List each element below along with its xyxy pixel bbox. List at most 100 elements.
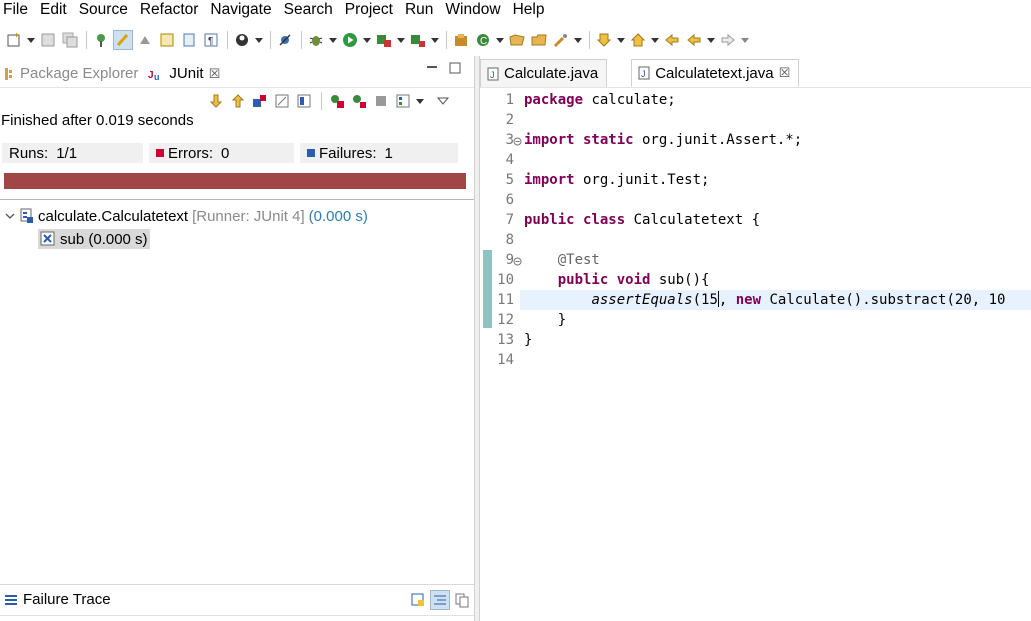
failure-trace-bar: Failure Trace [0,584,474,614]
code-text: (15 [692,292,718,308]
forward-icon[interactable] [718,30,738,50]
menu-file[interactable]: File [3,0,28,20]
open-type-icon[interactable] [507,30,527,50]
debug-config-icon[interactable] [91,30,111,50]
code-keyword: import [524,172,575,188]
menu-run[interactable]: Run [405,0,433,20]
history-dropdown-icon[interactable] [415,91,424,111]
collapse-chevron-icon[interactable] [5,211,15,221]
profile-icon[interactable] [232,30,252,50]
junit-sash[interactable] [0,199,474,200]
fold-icon[interactable] [513,253,522,270]
toolbar-separator [589,31,590,49]
stop-run-icon[interactable] [371,91,391,111]
code-keyword: new [735,292,762,308]
menu-edit[interactable]: Edit [40,0,67,20]
tab-junit[interactable]: Ju JUnit ☒ [144,60,224,88]
code-keyword: import static [524,132,634,148]
run-icon[interactable] [340,30,360,50]
close-junit-tab-icon[interactable]: ☒ [209,66,221,82]
filter-stack-trace-icon[interactable] [430,589,450,610]
new-icon[interactable] [4,30,24,50]
menu-help[interactable]: Help [513,0,545,20]
debug-dropdown-icon[interactable] [328,30,337,50]
maximize-view-icon[interactable] [449,62,461,77]
save-icon[interactable] [38,30,58,50]
svg-text:J: J [641,69,646,79]
svg-text:J: J [148,70,154,81]
menu-navigate[interactable]: Navigate [210,0,271,20]
layout-icon[interactable] [294,91,314,111]
java-file-icon: J [487,67,499,81]
new-class-icon[interactable]: C [473,30,493,50]
line-number: 6 [505,192,514,208]
code-text: } [524,332,533,348]
toolbar-separator [301,31,302,49]
code-line: @Test [524,250,600,270]
show-failures-only-icon[interactable] [250,91,270,111]
skip-breakpoints-icon[interactable] [275,30,295,50]
code-text: Calculatetext { [625,212,761,228]
tab-calculate-java[interactable]: J Calculate.java [480,59,608,87]
paragraph-icon[interactable]: ¶ [201,30,221,50]
search-dropdown-icon[interactable] [573,30,582,50]
error-icon [156,149,164,157]
menu-source[interactable]: Source [79,0,128,20]
next-annotation-icon[interactable] [594,30,614,50]
toolbar-separator [270,31,271,49]
close-editor-tab-icon[interactable]: ☒ [779,65,791,81]
back-dropdown-icon[interactable] [706,30,715,50]
fold-icon[interactable] [513,133,522,150]
menu-window[interactable]: Window [445,0,500,20]
code-text: , [718,292,736,308]
next-annotation-dropdown-icon[interactable] [616,30,625,50]
code-text: calculate; [583,92,676,108]
new-java-project-icon[interactable] [451,30,471,50]
previous-failure-icon[interactable] [228,91,248,111]
tab-calculatetext-java[interactable]: J Calculatetext.java ☒ [631,59,800,87]
rerun-failed-first-icon[interactable] [349,91,369,111]
code-line: package calculate; [524,90,676,110]
run-dropdown-icon[interactable] [362,30,371,50]
failure-trace-icon [5,594,17,606]
back-icon[interactable] [684,30,704,50]
show-whitespace-icon[interactable] [179,30,199,50]
word-wrap-icon[interactable] [157,30,177,50]
tab-package-explorer[interactable]: Package Explorer [0,60,142,88]
menu-search[interactable]: Search [284,0,333,20]
tree-item-test-class[interactable]: calculate.Calculatetext [Runner: JUnit 4… [5,206,368,226]
minimize-view-icon[interactable] [426,62,438,77]
search-tool-icon[interactable] [551,30,571,50]
open-folder-icon[interactable] [529,30,549,50]
scroll-lock-icon[interactable] [272,91,292,111]
new-dropdown-icon[interactable] [26,30,35,50]
save-all-icon[interactable] [60,30,80,50]
view-menu-icon[interactable] [433,91,453,111]
debug-icon[interactable] [306,30,326,50]
coverage-icon[interactable] [374,30,394,50]
test-run-history-icon[interactable] [393,91,413,111]
compare-results-icon[interactable] [408,590,428,610]
previous-annotation-dropdown-icon[interactable] [650,30,659,50]
tab-calculate-java-label: Calculate.java [504,65,599,82]
errors-label: Errors: [168,144,213,162]
external-tools-icon[interactable] [408,30,428,50]
previous-annotation-icon[interactable] [628,30,648,50]
test-suite-failed-icon [20,208,34,224]
block-selection-icon[interactable] [135,30,155,50]
tree-item-test-method[interactable]: sub (0.000 s) [38,229,150,249]
external-tools-dropdown-icon[interactable] [430,30,439,50]
next-failure-icon[interactable] [206,91,226,111]
menu-project[interactable]: Project [345,0,393,20]
copy-trace-icon[interactable] [452,590,472,610]
last-edit-location-icon[interactable] [662,30,682,50]
code-editor[interactable] [480,89,1031,621]
rerun-test-icon[interactable] [327,91,347,111]
forward-dropdown-icon[interactable] [740,30,749,50]
profile-dropdown-icon[interactable] [254,30,263,50]
toggle-mark-occurrences-icon[interactable] [113,30,133,50]
new-class-dropdown-icon[interactable] [495,30,504,50]
coverage-dropdown-icon[interactable] [396,30,405,50]
menu-refactor[interactable]: Refactor [140,0,199,20]
code-line: } [524,330,532,350]
